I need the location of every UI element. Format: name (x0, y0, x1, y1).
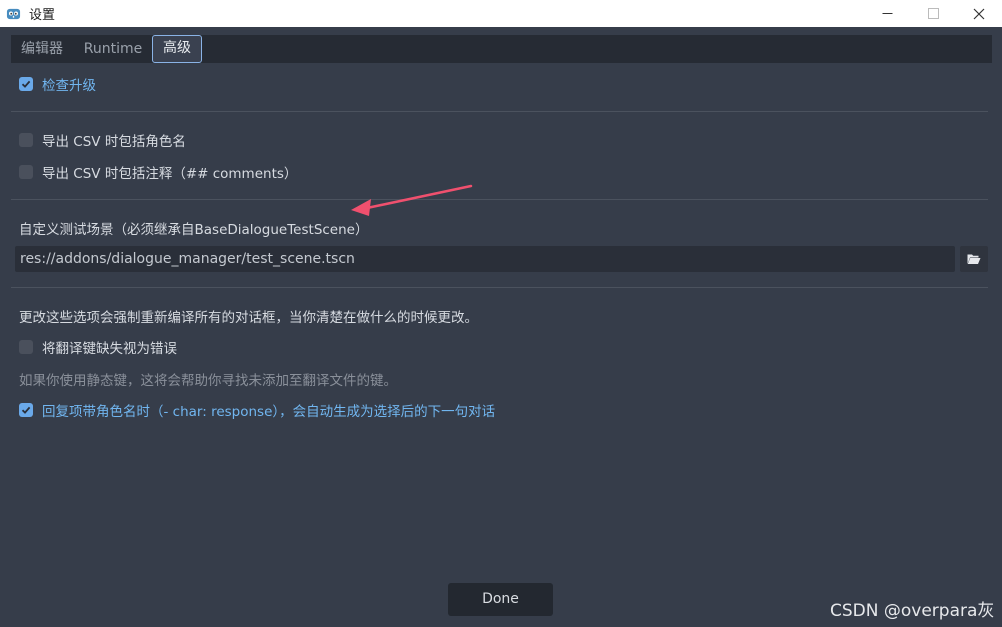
csv-character-names-checkbox[interactable] (19, 133, 33, 147)
recompile-note-text: 更改这些选项会强制重新编译所有的对话框，当你清楚在做什么的时候更改。 (19, 310, 478, 326)
auto-response-ids-label: 回复项带角色名时（- char: response），会自动生成为选择后的下一句… (42, 404, 496, 420)
minimize-icon (882, 13, 892, 14)
checkmark-icon (21, 80, 31, 88)
close-icon (973, 8, 985, 19)
tab-editor[interactable]: 编辑器 (13, 35, 71, 63)
tab-runtime[interactable]: Runtime (77, 35, 149, 63)
annotation-arrow-icon (351, 184, 473, 216)
test-scene-label: 自定义测试场景（必须继承自BaseDialogueTestScene） (19, 222, 369, 238)
csv-character-names-label: 导出 CSV 时包括角色名 (42, 134, 186, 150)
window-titlebar: 设置 (0, 0, 1002, 27)
tab-advanced[interactable]: 高级 (152, 35, 202, 63)
watermark: CSDN @overpara灰 (830, 601, 995, 621)
csv-comments-option[interactable]: 导出 CSV 时包括注释（## comments） (19, 162, 297, 182)
browse-folder-button[interactable] (960, 246, 988, 272)
maximize-button[interactable] (910, 0, 956, 27)
auto-response-ids-option[interactable]: 回复项带角色名时（- char: response），会自动生成为选择后的下一句… (19, 400, 495, 420)
csv-comments-label: 导出 CSV 时包括注释（## comments） (42, 166, 298, 182)
missing-keys-option[interactable]: 将翻译键缺失视为错误 (19, 337, 177, 357)
auto-response-ids-checkbox[interactable] (19, 403, 33, 417)
test-scene-heading: 自定义测试场景（必须继承自BaseDialogueTestScene） (19, 218, 368, 238)
tab-bar: 编辑器 Runtime 高级 (11, 35, 992, 63)
csv-comments-checkbox[interactable] (19, 165, 33, 179)
maximize-icon (927, 8, 939, 19)
window-title: 设置 (29, 8, 56, 23)
checkmark-icon (21, 406, 31, 414)
close-button[interactable] (956, 0, 1002, 27)
minimize-button[interactable] (864, 0, 910, 27)
recompile-note: 更改这些选项会强制重新编译所有的对话框，当你清楚在做什么的时候更改。 (19, 306, 478, 326)
separator (11, 287, 988, 288)
missing-keys-checkbox[interactable] (19, 340, 33, 354)
missing-keys-hint-text: 如果你使用静态键，这将会帮助你寻找未添加至翻译文件的键。 (19, 373, 397, 389)
missing-keys-label: 将翻译键缺失视为错误 (42, 341, 177, 357)
check-upgrade-option[interactable]: 检查升级 (19, 74, 96, 94)
check-upgrade-checkbox[interactable] (19, 77, 33, 91)
missing-keys-hint: 如果你使用静态键，这将会帮助你寻找未添加至翻译文件的键。 (19, 369, 397, 389)
test-scene-path-input[interactable]: res://addons/dialogue_manager/test_scene… (15, 246, 955, 272)
csv-character-names-option[interactable]: 导出 CSV 时包括角色名 (19, 130, 186, 150)
done-button[interactable]: Done (448, 583, 553, 616)
godot-logo-icon (6, 8, 21, 20)
separator (11, 199, 988, 200)
window-controls (864, 0, 1002, 27)
separator (11, 111, 988, 112)
check-upgrade-label: 检查升级 (42, 78, 96, 94)
folder-open-icon (967, 254, 981, 264)
